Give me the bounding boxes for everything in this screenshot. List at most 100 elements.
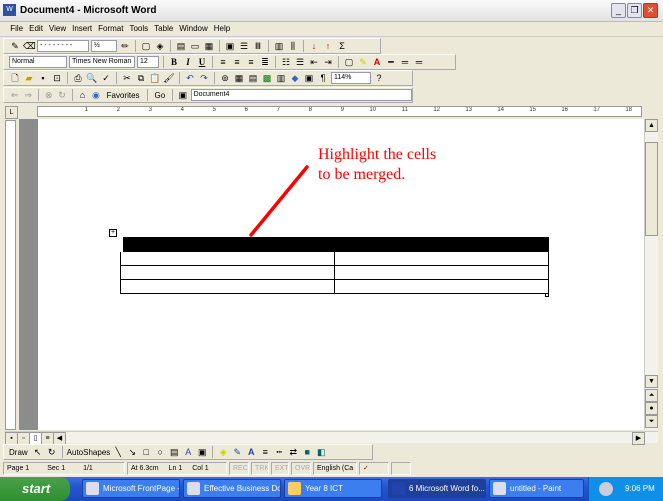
print-icon[interactable]: ⎙ xyxy=(72,72,84,84)
tray-expand-icon[interactable] xyxy=(599,482,613,496)
drawing-icon[interactable]: ◆ xyxy=(289,72,301,84)
task-paint[interactable]: untitled - Paint xyxy=(489,479,584,498)
save-icon[interactable]: ▪ xyxy=(37,72,49,84)
text-box-icon[interactable]: ▤ xyxy=(168,446,180,458)
clock[interactable]: 9:06 PM xyxy=(625,484,655,493)
double-line-2-icon[interactable]: ═ xyxy=(413,56,425,68)
wordart-icon[interactable]: A xyxy=(182,446,194,458)
task-frontpage[interactable]: Microsoft FrontPage -... xyxy=(82,479,180,498)
merge-cells-icon[interactable]: ▭ xyxy=(189,40,201,52)
paste-icon[interactable]: 📋 xyxy=(149,72,161,84)
rectangle-icon[interactable]: □ xyxy=(140,446,152,458)
spelling-status-icon[interactable]: ✓ xyxy=(359,462,389,475)
favorites-menu[interactable]: Favorites xyxy=(104,91,143,100)
arrow-style-icon[interactable]: ⇄ xyxy=(287,446,299,458)
line-style-icon[interactable]: ━ xyxy=(385,56,397,68)
outside-border-icon[interactable]: ▢ xyxy=(343,56,355,68)
line-icon[interactable]: ╲ xyxy=(112,446,124,458)
numbering-icon[interactable]: ☷ xyxy=(280,56,292,68)
document-map-icon[interactable]: ▣ xyxy=(303,72,315,84)
tables-borders-icon[interactable]: ▦ xyxy=(233,72,245,84)
font-color-icon[interactable]: A xyxy=(371,56,383,68)
close-button[interactable]: ✕ xyxy=(643,3,658,18)
menu-window[interactable]: Window xyxy=(176,22,210,33)
menu-table[interactable]: Table xyxy=(151,22,176,33)
horizontal-scrollbar[interactable]: ▪ ▫ ▯ ≡ ◀ ▶ xyxy=(5,431,658,445)
cut-icon[interactable]: ✂ xyxy=(121,72,133,84)
arrow-icon[interactable]: ↘ xyxy=(126,446,138,458)
shadow-icon[interactable]: ■ xyxy=(301,446,313,458)
format-painter-icon[interactable]: 🖌 xyxy=(163,72,175,84)
align-icon[interactable]: ▣ xyxy=(224,40,236,52)
insert-excel-icon[interactable]: ▩ xyxy=(261,72,273,84)
text-direction-icon[interactable]: ⫼ xyxy=(287,40,299,52)
draw-table-pencil-icon[interactable]: ✎ xyxy=(9,40,21,52)
menu-file[interactable]: File xyxy=(7,22,26,33)
tab-selector[interactable]: L xyxy=(5,106,18,119)
highlight-icon[interactable]: ✎ xyxy=(357,56,369,68)
align-right-icon[interactable]: ≡ xyxy=(245,56,257,68)
show-only-web-toolbar-icon[interactable]: ▣ xyxy=(177,89,188,101)
borders-icon[interactable]: ▢ xyxy=(140,40,152,52)
hyperlink-icon[interactable]: ⊚ xyxy=(219,72,231,84)
table-cell[interactable] xyxy=(119,265,335,280)
minimize-button[interactable]: _ xyxy=(611,3,626,18)
permission-icon[interactable]: ⊡ xyxy=(51,72,63,84)
line-style-dropdown[interactable]: - - - - - - - - xyxy=(37,40,89,52)
autosum-icon[interactable]: Σ xyxy=(336,40,348,52)
go-menu[interactable]: Go xyxy=(151,91,168,100)
menu-help[interactable]: Help xyxy=(211,22,233,33)
show-hide-icon[interactable]: ¶ xyxy=(317,72,329,84)
task-effective-business[interactable]: Effective Business Do... xyxy=(183,479,281,498)
status-ovr[interactable]: OVR xyxy=(291,462,311,475)
home-icon[interactable]: ⌂ xyxy=(77,89,88,101)
status-rec[interactable]: REC xyxy=(229,462,249,475)
decrease-indent-icon[interactable]: ⇤ xyxy=(308,56,320,68)
address-field[interactable]: Document4 xyxy=(190,89,412,101)
status-trk[interactable]: TRK xyxy=(251,462,269,475)
task-microsoft-word[interactable]: 6 Microsoft Word fo... xyxy=(388,479,486,498)
insert-table-icon[interactable]: ▤ xyxy=(247,72,259,84)
line-style-icon[interactable]: ≡ xyxy=(259,446,271,458)
table-cell[interactable] xyxy=(119,279,335,294)
spelling-icon[interactable]: ✓ xyxy=(100,72,112,84)
scroll-down-button[interactable]: ▼ xyxy=(645,375,658,388)
align-left-icon[interactable]: ≡ xyxy=(217,56,229,68)
font-size-dropdown[interactable]: 12 xyxy=(137,56,159,68)
sort-ascending-icon[interactable]: ↓ xyxy=(308,40,320,52)
table-cell[interactable] xyxy=(119,251,335,266)
refresh-icon[interactable]: ↻ xyxy=(56,89,67,101)
underline-button[interactable]: U xyxy=(196,56,208,68)
table-cell[interactable] xyxy=(333,251,549,266)
print-preview-icon[interactable]: 🔍 xyxy=(86,72,98,84)
insert-table-icon[interactable]: ▤ xyxy=(175,40,187,52)
restore-button[interactable]: ❐ xyxy=(627,3,642,18)
vertical-ruler[interactable] xyxy=(5,120,16,430)
eraser-icon[interactable]: ⌫ xyxy=(23,40,36,52)
selected-cells[interactable] xyxy=(117,237,549,252)
start-button[interactable]: start xyxy=(0,477,70,501)
back-icon[interactable]: ⇐ xyxy=(9,89,20,101)
next-page-button[interactable]: ⏷ xyxy=(645,415,658,428)
table-resize-handle[interactable] xyxy=(545,293,549,297)
word-app-icon[interactable]: W xyxy=(3,4,16,16)
open-icon[interactable]: ▰ xyxy=(23,72,35,84)
clip-art-icon[interactable]: ▣ xyxy=(196,446,208,458)
center-icon[interactable]: ≡ xyxy=(231,56,243,68)
draw-menu[interactable]: Draw xyxy=(9,448,30,457)
zoom-dropdown[interactable]: 114% xyxy=(331,72,371,84)
italic-button[interactable]: I xyxy=(182,56,194,68)
shading-icon[interactable]: ◈ xyxy=(154,40,166,52)
select-browse-object-button[interactable]: ● xyxy=(645,402,658,415)
redo-icon[interactable]: ↷ xyxy=(198,72,210,84)
menu-format[interactable]: Format xyxy=(95,22,126,33)
help-icon[interactable]: ? xyxy=(373,72,385,84)
line-color-icon[interactable]: ✎ xyxy=(231,446,243,458)
style-dropdown[interactable]: Normal xyxy=(9,56,67,68)
vertical-scrollbar[interactable]: ▲ ▼ ⏶ ● ⏷ xyxy=(644,119,658,430)
status-ext[interactable]: EXT xyxy=(271,462,289,475)
rotate-icon[interactable]: ↻ xyxy=(46,446,58,458)
line-weight-dropdown[interactable]: ½ xyxy=(91,40,117,52)
task-year8-ict[interactable]: Year 8 ICT xyxy=(284,479,382,498)
font-dropdown[interactable]: Times New Roman xyxy=(69,56,135,68)
